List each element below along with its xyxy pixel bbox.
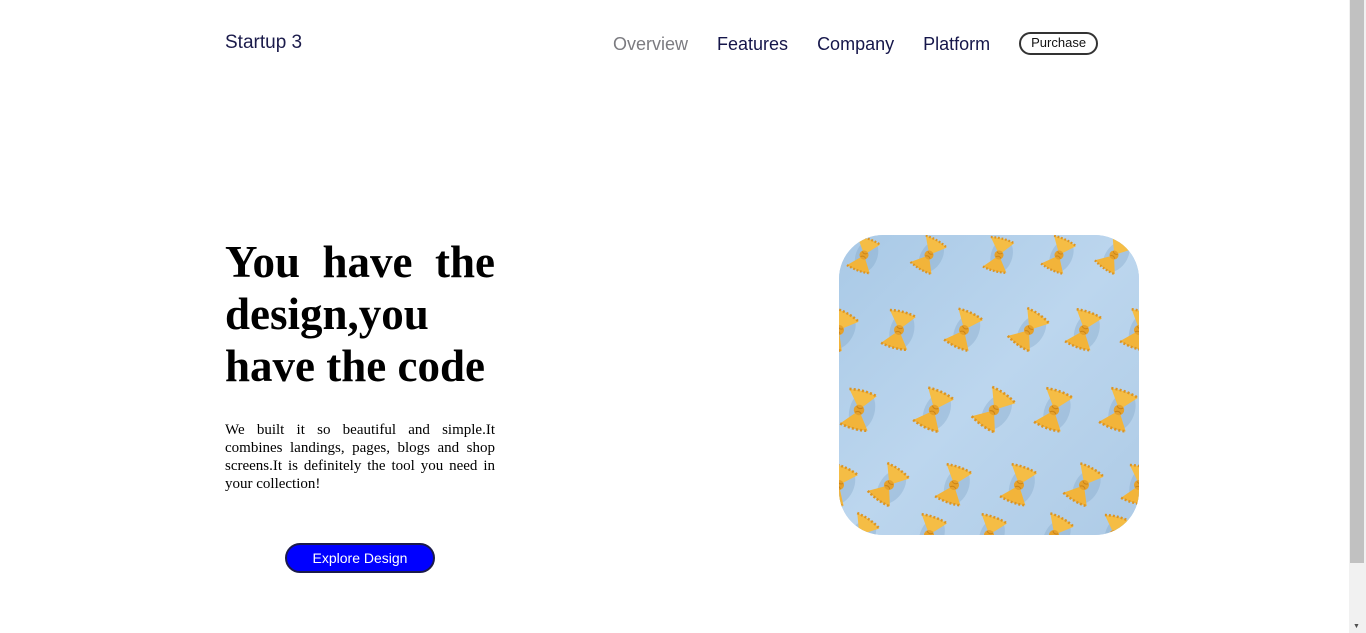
vertical-scrollbar[interactable]: ▼ <box>1349 0 1366 633</box>
hero-description: We built it so beautiful and simple.It c… <box>225 422 495 492</box>
nav-features[interactable]: Features <box>717 33 788 55</box>
page: Startup 3 Overview Features Company Plat… <box>0 0 1366 633</box>
purchase-button[interactable]: Purchase <box>1019 32 1099 55</box>
hero-title: You have the design,you have the code <box>225 237 495 391</box>
scroll-down-arrow-icon[interactable]: ▼ <box>1353 623 1360 631</box>
brand-logo[interactable]: Startup 3 <box>225 32 302 54</box>
nav-overview[interactable]: Overview <box>613 33 688 55</box>
main-nav: Overview Features Company Platform Purch… <box>613 32 1099 55</box>
explore-design-button[interactable]: Explore Design <box>285 543 435 573</box>
nav-platform[interactable]: Platform <box>923 33 990 55</box>
farfalle-pasta-pattern-image <box>839 235 1139 535</box>
nav-company[interactable]: Company <box>817 33 894 55</box>
hero-image <box>839 235 1139 535</box>
scroll-thumb[interactable] <box>1350 0 1364 563</box>
